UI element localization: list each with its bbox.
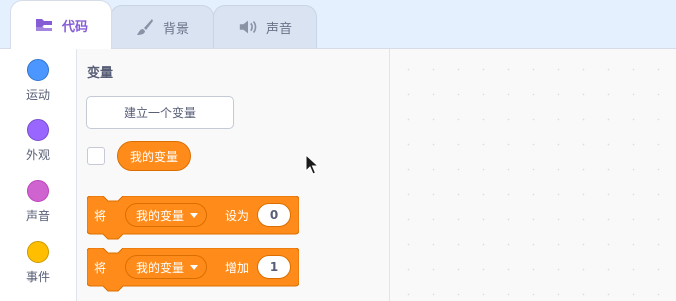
tab-sounds-label: 声音 xyxy=(265,21,292,37)
events-color-dot xyxy=(27,241,49,263)
motion-color-dot xyxy=(27,59,49,81)
tab-code-label: 代码 xyxy=(61,19,88,35)
change-variable-block[interactable]: 将 我的变量 增加 1 xyxy=(87,248,299,292)
section-title-variables: 变量 xyxy=(87,66,114,81)
variable-dropdown[interactable]: 我的变量 xyxy=(125,255,208,279)
category-looks-label: 外观 xyxy=(25,148,50,162)
category-motion-label: 运动 xyxy=(25,88,50,102)
sound-color-dot xyxy=(27,180,49,202)
set-variable-block[interactable]: 将 我的变量 设为 0 xyxy=(87,196,299,240)
set-to-label: 设为 xyxy=(225,209,250,223)
category-sound-label: 声音 xyxy=(25,209,50,223)
tab-sounds[interactable]: 声音 xyxy=(213,5,317,48)
set-value-input[interactable]: 0 xyxy=(257,203,291,227)
palette-scrollbar[interactable] xyxy=(381,57,387,293)
change-prefix-label: 将 xyxy=(94,261,107,275)
category-motion[interactable]: 运动 xyxy=(0,59,76,103)
variable-dropdown-value: 我的变量 xyxy=(136,208,185,223)
change-by-label: 增加 xyxy=(225,261,250,275)
change-value-input[interactable]: 1 xyxy=(257,255,291,279)
variable-monitor-checkbox[interactable] xyxy=(87,147,105,165)
category-events-label: 事件 xyxy=(25,270,50,284)
mouse-cursor-icon xyxy=(305,153,320,180)
variable-dropdown[interactable]: 我的变量 xyxy=(125,203,208,227)
code-editor-panel: 运动 外观 声音 事件 变量 建立一个变量 我的变量 将 我的变量 设为 0 将… xyxy=(0,48,676,301)
code-icon xyxy=(34,15,54,35)
looks-color-dot xyxy=(27,119,49,141)
tab-backdrops-label: 背景 xyxy=(162,21,189,37)
variable-reporter-block[interactable]: 我的变量 xyxy=(117,141,192,171)
block-palette: 变量 建立一个变量 我的变量 将 我的变量 设为 0 将 我的变量 增加 1 xyxy=(77,49,390,301)
dropdown-caret-icon xyxy=(190,264,199,270)
editor-tabs: 代码 背景 声音 xyxy=(0,0,676,49)
tab-backdrops[interactable]: 背景 xyxy=(110,5,214,48)
tab-code[interactable]: 代码 xyxy=(10,0,112,49)
variable-dropdown-value: 我的变量 xyxy=(136,260,185,275)
set-prefix-label: 将 xyxy=(94,209,107,223)
dropdown-caret-icon xyxy=(190,212,199,218)
paintbrush-icon xyxy=(135,17,155,37)
category-menu: 运动 外观 声音 事件 xyxy=(0,49,77,301)
speaker-icon xyxy=(238,17,258,37)
category-sound[interactable]: 声音 xyxy=(0,180,76,224)
category-looks[interactable]: 外观 xyxy=(0,119,76,163)
script-workspace[interactable] xyxy=(390,49,676,301)
make-variable-button[interactable]: 建立一个变量 xyxy=(86,96,234,129)
category-events[interactable]: 事件 xyxy=(0,241,76,285)
